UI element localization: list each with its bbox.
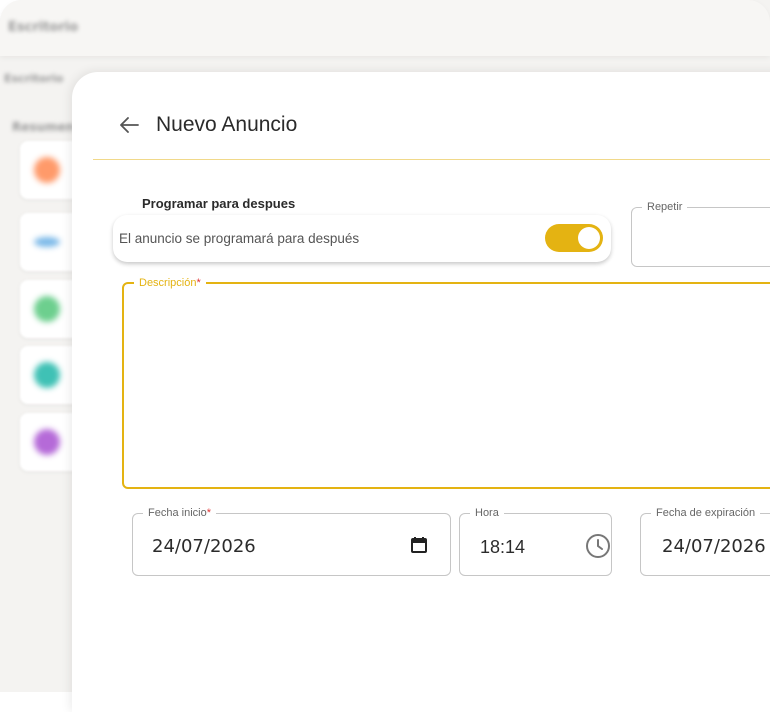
description-textarea[interactable]: Descripción*	[122, 277, 770, 489]
background-card	[20, 213, 80, 271]
back-arrow-icon[interactable]	[118, 113, 142, 137]
schedule-toggle-card: El anuncio se programará para después	[113, 215, 611, 262]
background-app-title: Escritorio	[8, 20, 79, 35]
schedule-label: Programar para despues	[142, 196, 296, 211]
background-card	[20, 413, 80, 471]
repeat-select[interactable]: Repetir	[631, 201, 770, 267]
schedule-toggle-switch[interactable]	[545, 224, 603, 252]
clock-icon[interactable]	[585, 533, 611, 559]
background-section: Resumen	[12, 120, 75, 134]
expiration-date-value: 24/07/2026	[662, 536, 766, 557]
time-value: 18:14	[480, 537, 526, 557]
background-header	[0, 0, 770, 56]
start-date-value: 24/07/2026	[152, 536, 256, 557]
start-date-label: Fecha inicio*	[148, 507, 211, 519]
background-card	[20, 346, 80, 404]
switch-knob	[578, 227, 600, 249]
repeat-label: Repetir	[647, 201, 683, 213]
panel-header: Nuevo Anuncio	[118, 108, 297, 142]
expiration-label: Fecha de expiración	[656, 507, 756, 519]
required-mark: *	[206, 507, 211, 519]
page-title: Nuevo Anuncio	[156, 113, 298, 136]
background-card	[20, 280, 80, 338]
background-breadcrumb: Escritorio	[4, 72, 64, 85]
description-label: Descripción*	[139, 277, 201, 289]
time-label: Hora	[475, 507, 499, 519]
required-mark: *	[196, 277, 201, 289]
background-card	[20, 141, 80, 199]
calendar-icon[interactable]	[410, 536, 428, 554]
header-divider	[93, 159, 770, 160]
schedule-description: El anuncio se programará para después	[119, 231, 360, 246]
